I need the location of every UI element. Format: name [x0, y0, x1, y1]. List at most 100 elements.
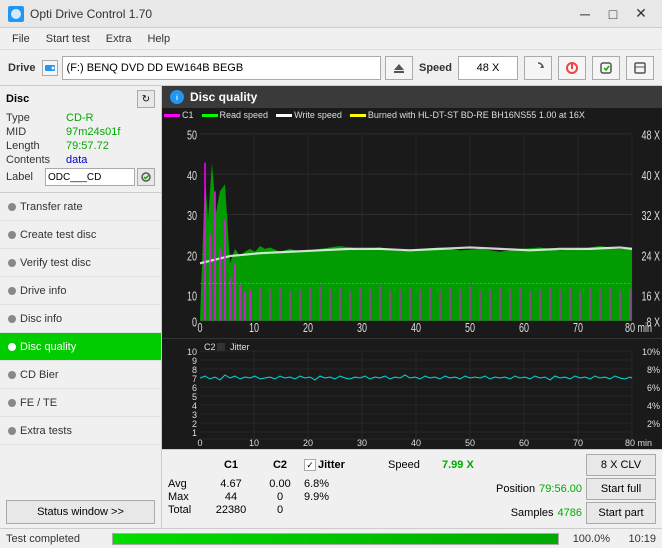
- disc-label-input[interactable]: [45, 168, 135, 186]
- svg-text:0: 0: [197, 438, 202, 448]
- menu-file[interactable]: File: [4, 31, 38, 47]
- nav-cd-bier-label: CD Bier: [20, 369, 59, 381]
- menu-start-test[interactable]: Start test: [38, 31, 98, 47]
- nav-dot: [8, 287, 16, 295]
- status-window-button[interactable]: Status window >>: [6, 500, 155, 524]
- drive-icon: [42, 60, 58, 76]
- window-controls: ─ □ ✕: [572, 4, 654, 24]
- drive-label: Drive: [8, 62, 36, 74]
- svg-text:10: 10: [187, 290, 197, 304]
- main-content: Disc ↻ Type CD-R MID 97m24s01f Length 79…: [0, 86, 662, 528]
- svg-text:70: 70: [573, 322, 583, 336]
- position-label: Position: [496, 483, 535, 495]
- samples-row: Samples 4786 Start part: [511, 502, 656, 524]
- disc-type-label: Type: [6, 112, 66, 124]
- nav-disc-info-label: Disc info: [20, 313, 62, 325]
- nav-drive-info-label: Drive info: [20, 285, 66, 297]
- svg-text:48 X: 48 X: [642, 129, 661, 143]
- nav-fe-te[interactable]: FE / TE: [0, 389, 161, 417]
- nav-disc-info[interactable]: Disc info: [0, 305, 161, 333]
- chart-legend: C1 Read speed Write speed Burned with HL…: [164, 110, 585, 120]
- disc-label-input-row: [45, 168, 155, 186]
- start-part-button[interactable]: Start part: [586, 502, 656, 524]
- svg-text:80: 80: [625, 322, 635, 336]
- nav-drive-info[interactable]: Drive info: [0, 277, 161, 305]
- close-button[interactable]: ✕: [628, 4, 654, 24]
- svg-text:50: 50: [465, 438, 475, 448]
- svg-text:4%: 4%: [647, 401, 660, 411]
- stats-left: Avg 4.67 0.00 6.8% Max 44 0 9.9% Total 2…: [168, 478, 492, 524]
- disc-mid-label: MID: [6, 126, 66, 138]
- max-c2: 0: [260, 491, 300, 503]
- legend-c1-text: C1: [182, 110, 194, 120]
- drive-action-btn3[interactable]: [626, 56, 654, 80]
- chart-container: C1 Read speed Write speed Burned with HL…: [162, 108, 662, 449]
- svg-text:20: 20: [303, 322, 313, 336]
- svg-text:0: 0: [198, 322, 203, 336]
- nav-extra-tests[interactable]: Extra tests: [0, 417, 161, 445]
- svg-text:60: 60: [519, 438, 529, 448]
- stats-avg-row: Avg 4.67 0.00 6.8%: [168, 478, 492, 490]
- legend-read: Read speed: [202, 110, 269, 120]
- app-title: Opti Drive Control 1.70: [30, 7, 572, 21]
- svg-text:40 X: 40 X: [642, 169, 661, 183]
- disc-length-row: Length 79:57.72: [6, 140, 155, 152]
- disc-label-label: Label: [6, 171, 45, 183]
- nav-dot: [8, 203, 16, 211]
- start-full-button[interactable]: Start full: [586, 478, 656, 500]
- maximize-button[interactable]: □: [600, 4, 626, 24]
- nav-cd-bier[interactable]: CD Bier: [0, 361, 161, 389]
- progress-bar: [112, 533, 559, 545]
- disc-section: Disc ↻ Type CD-R MID 97m24s01f Length 79…: [0, 86, 161, 193]
- svg-text:20: 20: [187, 250, 197, 264]
- legend-burned-color: [350, 114, 366, 117]
- svg-text:6%: 6%: [647, 383, 660, 393]
- svg-text:0: 0: [192, 316, 197, 330]
- jitter-checkbox[interactable]: ✓: [304, 459, 316, 471]
- avg-c1: 4.67: [206, 478, 256, 490]
- svg-text:10: 10: [249, 438, 259, 448]
- eject-button[interactable]: [385, 56, 413, 80]
- disc-contents-label: Contents: [6, 154, 66, 166]
- drive-action-btn1[interactable]: [558, 56, 586, 80]
- disc-length-value: 79:57.72: [66, 140, 155, 152]
- stats-max-row: Max 44 0 9.9%: [168, 491, 492, 503]
- nav-dot: [8, 315, 16, 323]
- svg-text:32 X: 32 X: [642, 210, 661, 224]
- drive-action-btn2[interactable]: [592, 56, 620, 80]
- stats-jitter-header: ✓ Jitter: [304, 459, 384, 471]
- disc-label-action-button[interactable]: [137, 168, 155, 186]
- legend-read-text: Read speed: [220, 110, 269, 120]
- drive-select[interactable]: (F:) BENQ DVD DD EW164B BEGB: [62, 56, 381, 80]
- nav-verify-test-disc[interactable]: Verify test disc: [0, 249, 161, 277]
- nav-transfer-rate[interactable]: Transfer rate: [0, 193, 161, 221]
- speed-select[interactable]: 48 X: [458, 56, 518, 80]
- disc-contents-value: data: [66, 154, 155, 166]
- nav-disc-quality[interactable]: Disc quality: [0, 333, 161, 361]
- svg-text:40: 40: [411, 438, 421, 448]
- nav-extra-tests-label: Extra tests: [20, 425, 72, 437]
- app-icon: [8, 6, 24, 22]
- disc-refresh-button[interactable]: ↻: [137, 90, 155, 108]
- svg-text:8%: 8%: [647, 365, 660, 375]
- chart-bottom: C2 Jitter 10 9 8 7 6 5 4 3 2 1: [162, 339, 662, 449]
- legend-c1: C1: [164, 110, 194, 120]
- stats-total-row: Total 22380 0: [168, 504, 492, 516]
- max-c1: 44: [206, 491, 256, 503]
- max-label: Max: [168, 491, 202, 503]
- nav-transfer-rate-label: Transfer rate: [20, 201, 83, 213]
- speed-refresh-button[interactable]: [524, 56, 552, 80]
- legend-write: Write speed: [276, 110, 342, 120]
- minimize-button[interactable]: ─: [572, 4, 598, 24]
- panel-title: Disc quality: [190, 90, 257, 104]
- disc-mid-row: MID 97m24s01f: [6, 126, 155, 138]
- progress-text: Test completed: [6, 533, 106, 545]
- nav-create-test-disc[interactable]: Create test disc: [0, 221, 161, 249]
- position-value: 79:56.00: [539, 483, 582, 495]
- svg-text:10%: 10%: [642, 347, 660, 357]
- progress-time: 10:19: [616, 533, 656, 545]
- bottom-chart-svg: C2 Jitter 10 9 8 7 6 5 4 3 2 1: [162, 339, 662, 449]
- menu-extra[interactable]: Extra: [98, 31, 140, 47]
- menu-help[interactable]: Help: [139, 31, 178, 47]
- disc-type-row: Type CD-R: [6, 112, 155, 124]
